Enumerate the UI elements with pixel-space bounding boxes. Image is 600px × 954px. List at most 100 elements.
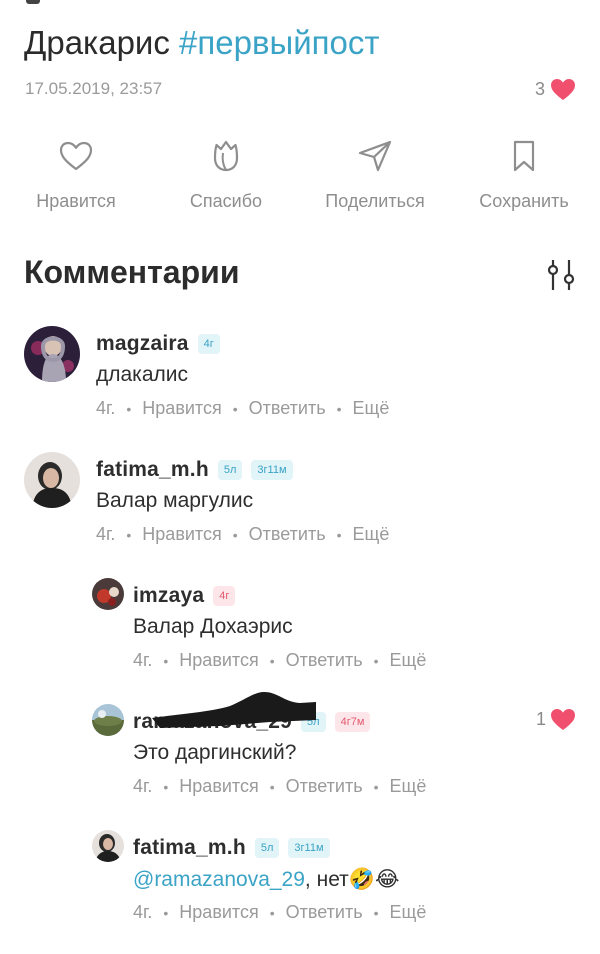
comment-header: magzaira 4г	[96, 332, 220, 356]
separator-dot: •	[163, 904, 169, 921]
comment-text: длакалис	[96, 363, 188, 386]
comment-text: Это даргинский?	[133, 741, 297, 764]
redaction-scribble	[152, 692, 316, 728]
comment-more-link[interactable]: Ещё	[390, 650, 427, 671]
comment-username[interactable]: fatima_m.h	[96, 458, 209, 482]
like-button[interactable]: Нравится	[1, 136, 151, 212]
avatar-image	[24, 326, 80, 382]
comment-filter-button[interactable]	[544, 258, 578, 297]
comment-like-link[interactable]: Нравится	[179, 776, 258, 797]
save-button[interactable]: Сохранить	[449, 136, 599, 212]
comment-time: 4г.	[96, 398, 116, 418]
tulip-icon	[213, 140, 239, 172]
comment-text-body: , нет	[304, 868, 349, 891]
separator-dot: •	[163, 652, 169, 669]
thanks-button-label: Спасибо	[189, 191, 263, 211]
thanks-button[interactable]: Спасибо	[151, 136, 301, 212]
bookmark-icon	[513, 140, 535, 172]
comments-title: Комментарии	[24, 254, 240, 290]
comment-header: fatima_m.h 5л 3г11м	[96, 458, 293, 482]
emoji: 🤣😂	[348, 868, 400, 891]
post-title-text: Дракарис	[24, 24, 180, 61]
comment-text: Валар Дохаэрис	[133, 615, 293, 638]
comment-time: 4г.	[96, 524, 116, 544]
user-mention[interactable]: @ramazanova_29	[133, 868, 305, 891]
separator-dot: •	[269, 778, 275, 795]
user-badge: 4г	[213, 586, 236, 606]
avatar[interactable]	[92, 830, 124, 862]
comment-text: @ramazanova_29, нет🤣😂	[133, 867, 399, 892]
user-badge: 4г	[197, 334, 220, 354]
separator-dot: •	[126, 526, 132, 543]
like-button-label: Нравится	[36, 191, 116, 211]
comment-username[interactable]: imzaya	[133, 584, 204, 608]
user-badge: 5л	[254, 838, 280, 858]
separator-dot: •	[232, 526, 238, 543]
post-title: Дракарис #первыйпост	[24, 24, 379, 62]
separator-dot: •	[126, 400, 132, 417]
comment-like-count[interactable]: 1	[536, 708, 576, 731]
post-like-count[interactable]: 3	[535, 78, 576, 101]
comment-reply-link[interactable]: Ответить	[249, 524, 326, 545]
comment-meta: 4г. • Нравится • Ответить • Ещё	[96, 398, 389, 419]
user-badge: 4г7м	[334, 712, 371, 732]
separator-dot: •	[269, 904, 275, 921]
user-badge: 3г11м	[251, 460, 293, 480]
post-like-count-value: 3	[534, 79, 545, 99]
comment-meta: 4г. • Нравится • Ответить • Ещё	[96, 524, 389, 545]
avatar[interactable]	[24, 452, 80, 508]
comment-like-link[interactable]: Нравится	[142, 524, 221, 545]
user-badge: 5л	[217, 460, 243, 480]
filled-heart-icon	[551, 709, 575, 730]
avatar-image	[92, 704, 124, 736]
avatar[interactable]	[24, 326, 80, 382]
separator-dot: •	[336, 400, 342, 417]
comment-time: 4г.	[133, 776, 153, 796]
user-badge: 3г11м	[288, 838, 330, 858]
filled-heart-icon	[551, 79, 575, 100]
avatar-image	[92, 830, 124, 862]
heart-outline-icon	[59, 141, 93, 171]
comment-like-count-value: 1	[535, 709, 546, 729]
avatar[interactable]	[92, 578, 124, 610]
comment-text: Валар маргулис	[96, 489, 254, 512]
avatar[interactable]	[92, 704, 124, 736]
share-button-label: Поделиться	[325, 191, 425, 211]
comment-meta: 4г. • Нравится • Ответить • Ещё	[133, 776, 426, 797]
comment-username[interactable]: magzaira	[96, 332, 189, 356]
top-edge-artifact	[26, 0, 40, 4]
share-button[interactable]: Поделиться	[300, 136, 450, 212]
comment-more-link[interactable]: Ещё	[353, 398, 390, 419]
post-actions: Нравится Спасибо Поделиться Сохранить	[0, 136, 600, 216]
separator-dot: •	[373, 778, 379, 795]
avatar-image	[24, 452, 80, 508]
post-hashtag[interactable]: #первыйпост	[179, 24, 379, 61]
post-date: 17.05.2019, 23:57	[25, 79, 163, 98]
comment-like-link[interactable]: Нравится	[142, 398, 221, 419]
save-button-label: Сохранить	[479, 191, 569, 211]
sliders-icon	[547, 260, 575, 290]
comment-like-link[interactable]: Нравится	[179, 902, 258, 923]
comment-reply-link[interactable]: Ответить	[249, 398, 326, 419]
comment-reply-link[interactable]: Ответить	[286, 902, 363, 923]
comment-more-link[interactable]: Ещё	[353, 524, 390, 545]
comment-username[interactable]: fatima_m.h	[133, 836, 246, 860]
comment-like-link[interactable]: Нравится	[179, 650, 258, 671]
avatar-image	[92, 578, 124, 610]
send-icon	[358, 140, 392, 172]
comment-header: imzaya 4г	[133, 584, 236, 608]
separator-dot: •	[269, 652, 275, 669]
comment-header: fatima_m.h 5л 3г11м	[133, 836, 330, 860]
comment-meta: 4г. • Нравится • Ответить • Ещё	[133, 902, 426, 923]
comment-time: 4г.	[133, 902, 153, 922]
separator-dot: •	[163, 778, 169, 795]
comment-reply-link[interactable]: Ответить	[286, 650, 363, 671]
comment-reply-link[interactable]: Ответить	[286, 776, 363, 797]
separator-dot: •	[373, 904, 379, 921]
comment-more-link[interactable]: Ещё	[390, 776, 427, 797]
separator-dot: •	[336, 526, 342, 543]
separator-dot: •	[373, 652, 379, 669]
comment-meta: 4г. • Нравится • Ответить • Ещё	[133, 650, 426, 671]
comment-more-link[interactable]: Ещё	[390, 902, 427, 923]
comment-time: 4г.	[133, 650, 153, 670]
